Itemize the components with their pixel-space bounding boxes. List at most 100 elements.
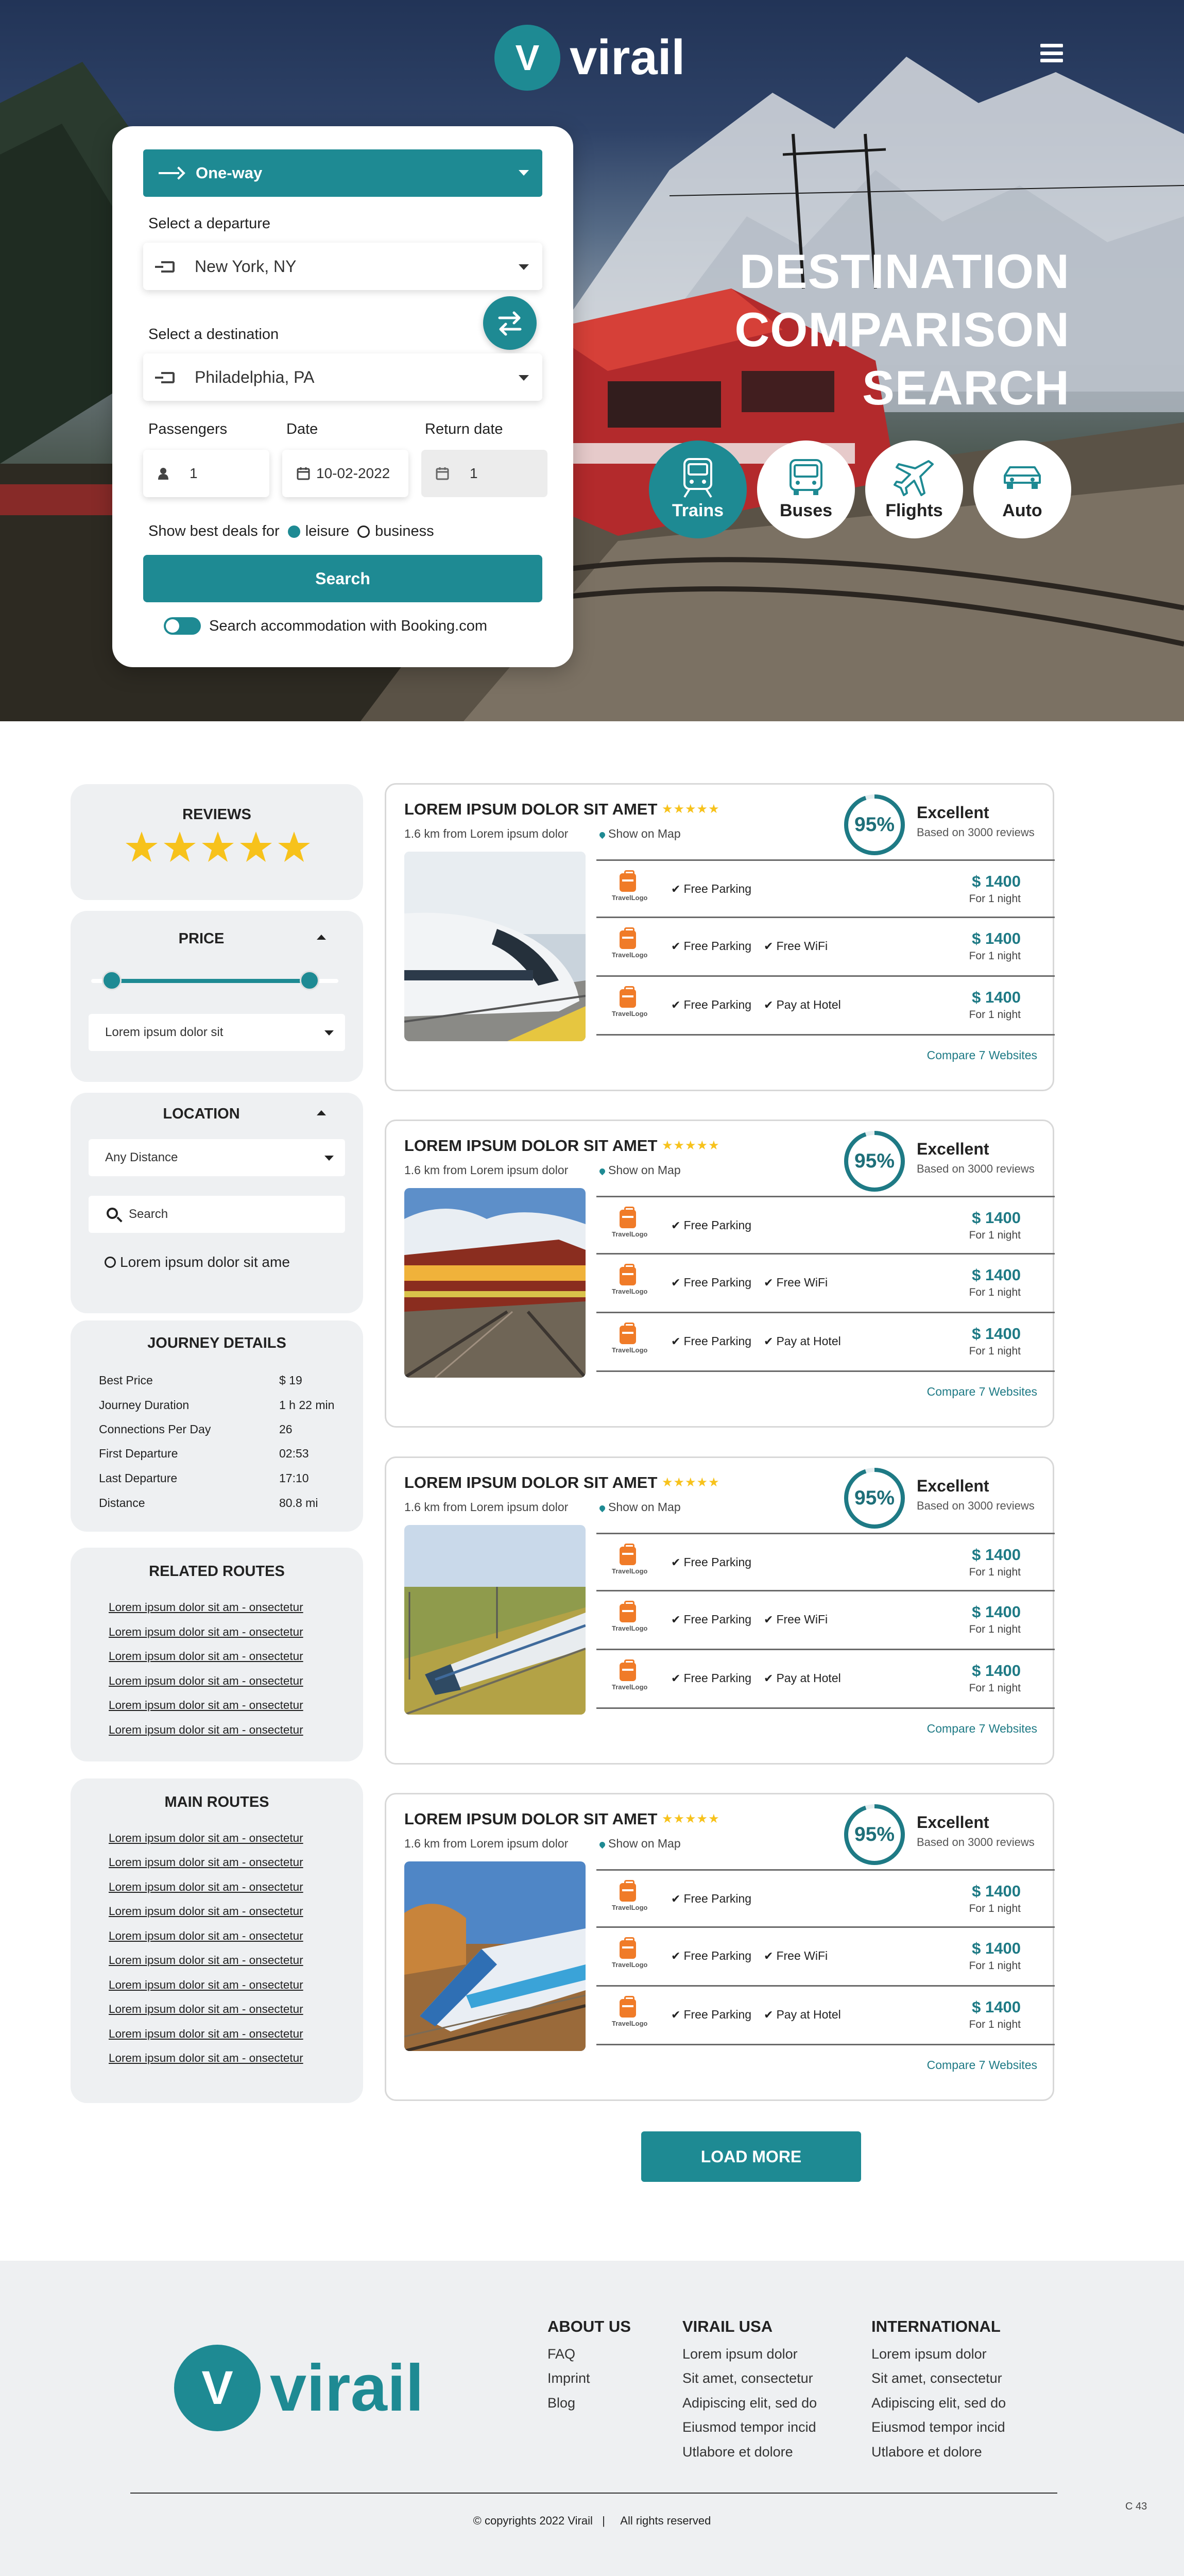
related-route-link[interactable]: Lorem ipsum dolor sit am - onsectetur <box>109 1601 303 1614</box>
footer-link-blog[interactable]: Blog <box>547 2395 575 2411</box>
result-photo[interactable] <box>404 1188 586 1378</box>
result-card[interactable]: LOREM IPSUM DOLOR SIT AMET ★★★★★ 1.6 km … <box>385 1120 1055 1428</box>
compare-websites-link[interactable]: Compare 7 Websites <box>927 2058 1037 2072</box>
result-photo[interactable] <box>404 852 586 1041</box>
destination-select[interactable]: Philadelphia, PA <box>143 353 542 401</box>
deal-row[interactable]: TravelLogo Free Parking $ 1400 For 1 nig… <box>596 859 1055 918</box>
menu-icon[interactable] <box>1040 44 1063 62</box>
deal-row[interactable]: TravelLogo Free Parking Free WiFi $ 1400… <box>596 918 1055 977</box>
footer-logo[interactable]: V virail <box>174 2345 424 2431</box>
price-slider-min-handle[interactable] <box>102 971 122 990</box>
related-route-link[interactable]: Lorem ipsum dolor sit am - onsectetur <box>109 1625 303 1639</box>
score-value: 95% <box>854 1823 895 1845</box>
main-route-link[interactable]: Lorem ipsum dolor sit am - onsectetur <box>109 1929 303 1943</box>
result-card[interactable]: LOREM IPSUM DOLOR SIT AMET ★★★★★ 1.6 km … <box>385 783 1055 1091</box>
result-photo[interactable] <box>404 1861 586 2051</box>
result-title[interactable]: LOREM IPSUM DOLOR SIT AMET <box>404 1810 657 1828</box>
mode-trains[interactable]: Trains <box>649 440 747 538</box>
footer-intl-link[interactable]: Lorem ipsum dolor <box>871 2346 987 2362</box>
footer-intl-link[interactable]: Eiusmod tempor incid <box>871 2419 1005 2435</box>
main-route-link[interactable]: Lorem ipsum dolor sit am - onsectetur <box>109 1954 303 1967</box>
deal-row[interactable]: TravelLogo Free Parking $ 1400 For 1 nig… <box>596 1869 1055 1928</box>
footer-link-faq[interactable]: FAQ <box>547 2346 575 2362</box>
header-logo[interactable]: V virail <box>494 25 685 91</box>
related-route-link[interactable]: Lorem ipsum dolor sit am - onsectetur <box>109 1650 303 1663</box>
deal-row[interactable]: TravelLogo Free Parking Pay at Hotel $ 1… <box>596 1313 1055 1372</box>
chevron-up-icon[interactable] <box>317 1110 326 1115</box>
deal-row[interactable]: TravelLogo Free Parking $ 1400 For 1 nig… <box>596 1533 1055 1591</box>
location-option-radio[interactable] <box>105 1257 116 1268</box>
deal-row[interactable]: TravelLogo Free Parking Pay at Hotel $ 1… <box>596 977 1055 1036</box>
mode-flights[interactable]: Flights <box>865 440 963 538</box>
chevron-down-icon <box>519 375 529 381</box>
footer-usa-link[interactable]: Utlabore et dolore <box>682 2444 793 2460</box>
departure-value: New York, NY <box>195 257 297 276</box>
deal-price: $ 1400 <box>972 1603 1021 1621</box>
deal-row[interactable]: TravelLogo Free Parking Free WiFi $ 1400… <box>596 1928 1055 1987</box>
deal-price: $ 1400 <box>972 1546 1021 1564</box>
result-card[interactable]: LOREM IPSUM DOLOR SIT AMET ★★★★★ 1.6 km … <box>385 1793 1055 2101</box>
main-route-link[interactable]: Lorem ipsum dolor sit am - onsectetur <box>109 2003 303 2016</box>
price-slider-max-handle[interactable] <box>300 971 319 990</box>
mode-buses[interactable]: Buses <box>757 440 855 538</box>
main-route-link[interactable]: Lorem ipsum dolor sit am - onsectetur <box>109 1905 303 1918</box>
search-button[interactable]: Search <box>143 555 542 602</box>
main-route-link[interactable]: Lorem ipsum dolor sit am - onsectetur <box>109 1880 303 1894</box>
related-route-link[interactable]: Lorem ipsum dolor sit am - onsectetur <box>109 1723 303 1737</box>
result-title[interactable]: LOREM IPSUM DOLOR SIT AMET <box>404 1137 657 1155</box>
footer-usa-link[interactable]: Sit amet, consectetur <box>682 2370 813 2386</box>
footer-link-imprint[interactable]: Imprint <box>547 2370 590 2386</box>
result-title[interactable]: LOREM IPSUM DOLOR SIT AMET <box>404 800 657 819</box>
footer-usa-link[interactable]: Lorem ipsum dolor <box>682 2346 798 2362</box>
show-on-map-link[interactable]: Show on Map <box>592 1837 681 1851</box>
chevron-up-icon[interactable] <box>317 935 326 940</box>
compare-websites-link[interactable]: Compare 7 Websites <box>927 1385 1037 1399</box>
departure-select[interactable]: New York, NY <box>143 243 542 290</box>
price-dropdown[interactable]: Lorem ipsum dolor sit <box>89 1014 345 1051</box>
load-more-button[interactable]: LOAD MORE <box>641 2131 861 2182</box>
radio-business[interactable] <box>357 525 370 538</box>
result-photo[interactable] <box>404 1525 586 1715</box>
footer-intl-link[interactable]: Sit amet, consectetur <box>871 2370 1002 2386</box>
show-on-map-link[interactable]: Show on Map <box>592 1500 681 1514</box>
location-search-input[interactable]: Search <box>89 1196 345 1233</box>
business-label[interactable]: business <box>375 523 434 540</box>
deal-type-group: Show best deals for leisure business <box>148 523 434 540</box>
result-card[interactable]: LOREM IPSUM DOLOR SIT AMET ★★★★★ 1.6 km … <box>385 1456 1055 1765</box>
related-route-link[interactable]: Lorem ipsum dolor sit am - onsectetur <box>109 1699 303 1712</box>
show-on-map-link[interactable]: Show on Map <box>592 827 681 841</box>
main-route-link[interactable]: Lorem ipsum dolor sit am - onsectetur <box>109 2027 303 2041</box>
leisure-label[interactable]: leisure <box>305 523 349 540</box>
deal-row[interactable]: TravelLogo Free Parking Pay at Hotel $ 1… <box>596 1987 1055 2045</box>
footer-usa-link[interactable]: Adipiscing elit, sed do <box>682 2395 817 2411</box>
distance-dropdown[interactable]: Any Distance <box>89 1139 345 1176</box>
date-input[interactable]: 10-02-2022 <box>282 450 408 497</box>
accommodation-toggle[interactable] <box>164 617 201 635</box>
main-route-link[interactable]: Lorem ipsum dolor sit am - onsectetur <box>109 1978 303 1992</box>
mode-auto[interactable]: Auto <box>973 440 1071 538</box>
trip-type-select[interactable]: One-way <box>143 149 542 197</box>
radio-leisure[interactable] <box>287 525 300 538</box>
return-date-input[interactable]: 1 <box>421 450 547 497</box>
show-on-map-link[interactable]: Show on Map <box>592 1163 681 1177</box>
compare-websites-link[interactable]: Compare 7 Websites <box>927 1722 1037 1736</box>
deal-per-night: For 1 night <box>969 2019 1021 2030</box>
deal-row[interactable]: TravelLogo Free Parking Pay at Hotel $ 1… <box>596 1650 1055 1709</box>
main-route-link[interactable]: Lorem ipsum dolor sit am - onsectetur <box>109 1856 303 1869</box>
location-option[interactable]: Lorem ipsum dolor sit ame <box>105 1254 290 1270</box>
deal-row[interactable]: TravelLogo Free Parking Free WiFi $ 1400… <box>596 1255 1055 1313</box>
passengers-input[interactable]: 1 <box>143 450 269 497</box>
result-title[interactable]: LOREM IPSUM DOLOR SIT AMET <box>404 1473 657 1492</box>
main-route-link[interactable]: Lorem ipsum dolor sit am - onsectetur <box>109 1832 303 1845</box>
deal-row[interactable]: TravelLogo Free Parking Free WiFi $ 1400… <box>596 1591 1055 1650</box>
deal-row[interactable]: TravelLogo Free Parking $ 1400 For 1 nig… <box>596 1196 1055 1255</box>
swap-direction-button[interactable] <box>483 296 537 350</box>
main-route-link[interactable]: Lorem ipsum dolor sit am - onsectetur <box>109 2052 303 2065</box>
footer-intl-link[interactable]: Adipiscing elit, sed do <box>871 2395 1006 2411</box>
footer-intl-link[interactable]: Utlabore et dolore <box>871 2444 982 2460</box>
compare-websites-link[interactable]: Compare 7 Websites <box>927 1048 1037 1062</box>
footer-corner-label: C 43 <box>1125 2501 1147 2512</box>
reviews-stars[interactable] <box>125 831 310 865</box>
related-route-link[interactable]: Lorem ipsum dolor sit am - onsectetur <box>109 1674 303 1688</box>
footer-usa-link[interactable]: Eiusmod tempor incid <box>682 2419 816 2435</box>
